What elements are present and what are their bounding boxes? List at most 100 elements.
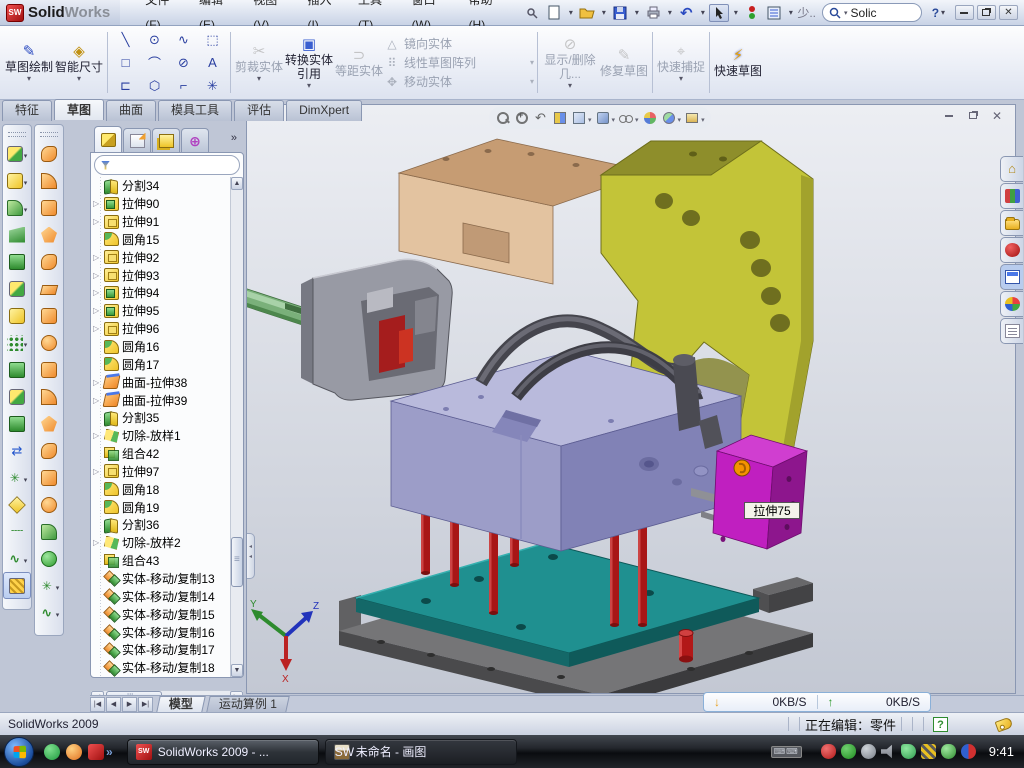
tree-item[interactable]: 拉伸96 (91, 320, 230, 338)
display-delete-relations-button[interactable]: ⊘ 显示/删除几...▾ (541, 28, 599, 97)
sketch-entity-button[interactable]: ✳ (198, 74, 227, 97)
move-entities-button[interactable]: ✥移动实体▾ (384, 73, 534, 90)
toolbar-button[interactable] (3, 329, 31, 356)
toolbar-button[interactable] (3, 248, 31, 275)
options-caret-icon[interactable]: ▾ (786, 8, 795, 17)
tab-nav-button[interactable]: ▶ (122, 697, 137, 712)
tree-item[interactable]: 分割34 (91, 177, 230, 195)
file-explorer-tab[interactable] (1000, 210, 1023, 236)
quick-snaps-button[interactable]: ⌖ 快速捕捉▾ (656, 28, 706, 97)
tree-item[interactable]: 实体-移动/复制16 (91, 623, 230, 641)
feature-tree[interactable]: 分割34 拉伸90 拉伸91 圆角15 (91, 177, 230, 677)
toolbar-button[interactable] (3, 140, 31, 167)
update-gear-tray-icon[interactable] (861, 744, 876, 759)
quick-snaps-caret-icon[interactable]: ▾ (679, 74, 683, 82)
featuremanager-tab[interactable] (94, 126, 122, 152)
volume-tray-icon[interactable] (881, 744, 896, 759)
sketch-entity-button[interactable]: ⊏ (111, 74, 140, 97)
sketch-entity-button[interactable]: □ (111, 51, 140, 74)
sketch-entity-button[interactable]: ⌒ (140, 51, 169, 74)
convert-caret-icon[interactable]: ▾ (307, 81, 311, 89)
solidworks-resources-tab[interactable] (1000, 156, 1023, 182)
tree-item[interactable]: 拉伸93 (91, 266, 230, 284)
expander-icon[interactable] (93, 199, 102, 208)
antivirus-shield-tray-icon[interactable] (841, 744, 856, 759)
panel-splitter-handle[interactable] (247, 533, 255, 579)
taskbar-task-button[interactable]: SW未命名 - 画图 (325, 739, 517, 765)
minimize-button[interactable] (955, 5, 974, 20)
quick-launch-overflow-icon[interactable]: » (106, 745, 113, 759)
command-tab[interactable]: 评估 (234, 100, 284, 121)
toolbar-button[interactable] (3, 275, 31, 302)
toolbar-button[interactable] (35, 599, 63, 626)
status-help-icon[interactable]: ? (933, 717, 948, 732)
toolbar-button[interactable] (3, 383, 31, 410)
magenta-block-part[interactable] (713, 435, 807, 549)
search-input[interactable]: Solic (851, 6, 877, 20)
doc-restore-button[interactable] (963, 108, 983, 123)
toolbar-button[interactable] (35, 545, 63, 572)
smart-dimension-button[interactable]: ◈ 智能尺寸▾ (54, 28, 104, 97)
print-icon[interactable] (643, 4, 663, 22)
sketch-button[interactable]: ✎ 草图绘制▾ (4, 28, 54, 97)
tree-item[interactable]: 拉伸95 (91, 302, 230, 320)
heads-up-button[interactable] (661, 110, 682, 126)
command-tab[interactable]: 草图 (54, 99, 104, 120)
save-caret-icon[interactable]: ▾ (632, 8, 641, 17)
toolbar-button[interactable] (35, 329, 63, 356)
toolbar-button[interactable] (35, 410, 63, 437)
command-tab[interactable]: 曲面 (106, 100, 156, 121)
toolbar-button[interactable] (3, 545, 31, 572)
heads-up-button[interactable] (642, 110, 658, 126)
sketch-entity-button[interactable]: ⌐ (169, 74, 198, 97)
help-caret-icon[interactable]: ▾ (939, 8, 947, 17)
convert-entities-button[interactable]: ▣ 转换实体引用▾ (284, 28, 334, 97)
tree-item[interactable]: 拉伸97 (91, 463, 230, 481)
heads-up-button[interactable] (552, 110, 568, 126)
toolbar-button[interactable] (3, 464, 31, 491)
select-caret-icon[interactable]: ▾ (731, 8, 740, 17)
toolbar-button[interactable] (35, 572, 63, 599)
heads-up-button[interactable] (684, 110, 705, 126)
warning-tray-icon[interactable] (921, 744, 936, 759)
tree-item[interactable]: 切除-放样1 (91, 427, 230, 445)
heads-up-button[interactable] (533, 110, 549, 126)
toolbar-button[interactable] (35, 194, 63, 221)
tree-item[interactable]: 实体-移动/复制14 (91, 587, 230, 605)
tree-item[interactable]: 拉伸91 (91, 213, 230, 231)
health-shield-tray-icon[interactable] (941, 744, 956, 759)
toolbar-button[interactable] (35, 140, 63, 167)
tree-vertical-scrollbar[interactable]: ▲ ▼ (230, 177, 243, 677)
undo-caret-icon[interactable]: ▾ (698, 8, 707, 17)
model-tab[interactable]: 运动算例 1 (206, 696, 289, 712)
open-document-icon[interactable] (577, 4, 597, 22)
sketch-entity-button[interactable]: ⊘ (169, 51, 198, 74)
linear-sketch-pattern-button[interactable]: ⠿线性草图阵列▾ (384, 54, 534, 71)
command-tab[interactable]: 特征 (2, 100, 52, 121)
print-caret-icon[interactable]: ▾ (665, 8, 674, 17)
tree-item[interactable]: 分割35 (91, 409, 230, 427)
expander-icon[interactable] (93, 431, 102, 440)
scroll-down-button[interactable]: ▼ (231, 664, 243, 677)
propertymanager-tab[interactable] (123, 128, 151, 152)
tree-item[interactable]: 曲面-拉伸38 (91, 373, 230, 391)
toolbar-button[interactable] (35, 302, 63, 329)
small-red-cylinder-part[interactable] (679, 630, 693, 663)
close-button[interactable]: ✕ (999, 5, 1018, 20)
heads-up-button[interactable] (495, 110, 511, 126)
expander-icon[interactable] (93, 288, 102, 297)
toolbar-button[interactable] (35, 167, 63, 194)
expander-icon[interactable] (93, 306, 102, 315)
toolbar-button[interactable] (35, 491, 63, 518)
expander-icon[interactable] (93, 538, 102, 547)
app-quicklaunch-icon[interactable] (66, 744, 82, 760)
expander-icon[interactable] (93, 217, 102, 226)
toolbar-button[interactable] (35, 356, 63, 383)
tree-item[interactable]: 圆角15 (91, 231, 230, 249)
sketch-caret-icon[interactable]: ▾ (27, 74, 31, 82)
design-library-tab[interactable] (1000, 183, 1023, 209)
trim-caret-icon[interactable]: ▾ (257, 74, 261, 82)
toolbar-button[interactable] (35, 221, 63, 248)
appearances-scenes-tab[interactable] (1000, 291, 1023, 317)
view-palette-tab[interactable] (1000, 264, 1023, 290)
